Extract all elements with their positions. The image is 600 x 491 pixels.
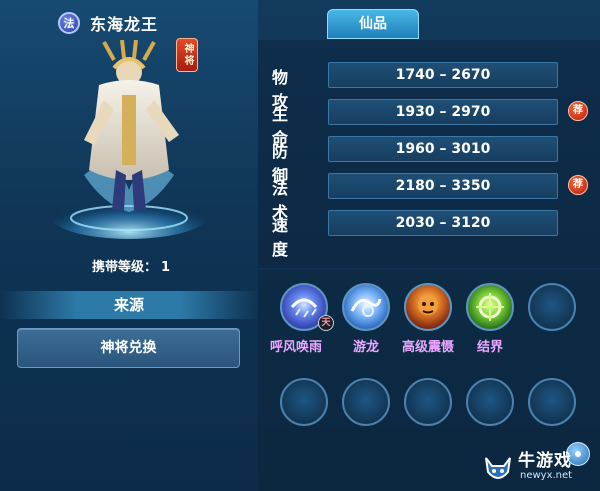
sky-tag: 天 [318, 315, 334, 331]
skill-wind-rain[interactable]: 天 [280, 283, 334, 331]
stats-panel: 仙品 物攻 1740 – 2670 生命 1930 – 2970 荐 防御 19… [258, 0, 600, 491]
carry-level: 携带等级： 1 [0, 256, 258, 275]
watermark-logo-icon [485, 457, 511, 479]
stat-row-speed: 速度 2030 – 3120 [258, 210, 600, 259]
skill-name: 结界 [476, 340, 503, 355]
watermark: 牛游戏 newyx.net [480, 446, 600, 491]
stat-value: 2030 – 3120 [328, 210, 558, 236]
empty-skill-slot[interactable] [528, 283, 576, 331]
skill-deter[interactable] [404, 283, 452, 331]
skill-dragon[interactable] [342, 283, 390, 331]
hero-panel: 法 东海龙王 神将 携带等级： 1 来源 神将兑换 [0, 0, 258, 491]
hero-name: 东海龙王 [90, 15, 159, 34]
stat-value: 1740 – 2670 [328, 62, 558, 88]
recommend-badge: 荐 [568, 101, 588, 121]
stat-row-attack: 物攻 1740 – 2670 [258, 62, 600, 111]
stat-row-defense: 防御 1960 – 3010 [258, 136, 600, 185]
watermark-title: 牛游戏 [518, 451, 572, 471]
carry-level-label: 携带等级： [91, 260, 157, 275]
stat-row-magic: 法术 2180 – 3350 荐 [258, 173, 600, 222]
class-badge: 法 [58, 12, 80, 34]
hero-header: 法 东海龙王 [58, 11, 158, 35]
recommend-badge: 荐 [568, 175, 588, 195]
skill-barrier[interactable] [466, 283, 514, 331]
watermark-url: newyx.net [520, 470, 573, 481]
dragon-icon [350, 298, 382, 317]
stat-value: 1930 – 2970 [328, 99, 558, 125]
stat-value: 2180 – 3350 [328, 173, 558, 199]
exchange-button[interactable]: 神将兑换 [17, 328, 240, 368]
empty-skill-slot[interactable] [466, 378, 514, 426]
deter-icon [418, 295, 438, 315]
stat-label: 速度 [272, 216, 299, 259]
barrier-icon [476, 293, 504, 321]
empty-skill-slot[interactable] [280, 378, 328, 426]
source-title: 来源 [0, 291, 258, 319]
empty-skill-slot[interactable] [528, 378, 576, 426]
carry-level-value: 1 [160, 260, 171, 275]
skill-name: 呼风唤雨 [269, 340, 322, 355]
empty-skill-slot[interactable] [404, 378, 452, 426]
stat-row-hp: 生命 1930 – 2970 荐 [258, 99, 600, 148]
tab-immortal-grade[interactable]: 仙品 [327, 9, 419, 39]
empty-skill-slot[interactable] [342, 378, 390, 426]
stat-value: 1960 – 3010 [328, 136, 558, 162]
hero-detail-screen: 法 东海龙王 神将 携带等级： 1 来源 神将兑换 仙品 物攻 1740 – 2… [0, 0, 600, 491]
divine-general-seal: 神将 [176, 38, 198, 72]
